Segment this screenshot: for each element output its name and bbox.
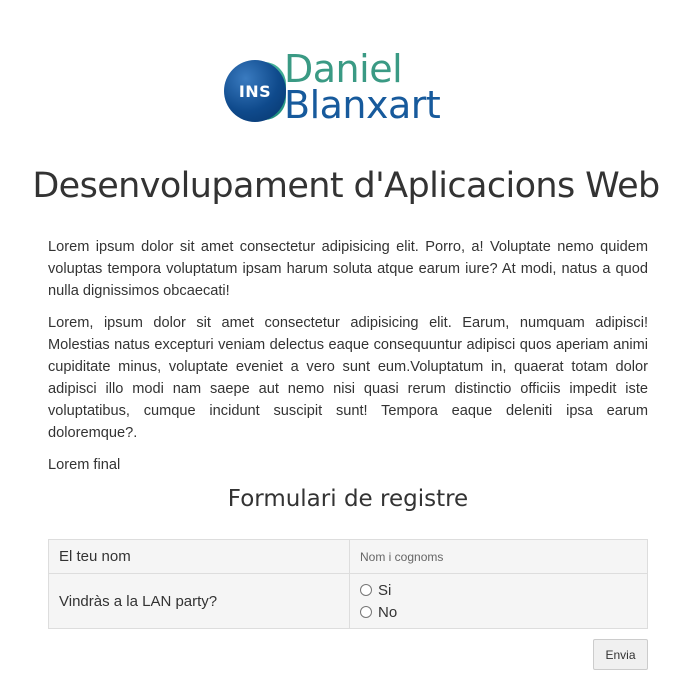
table-row: El teu nom bbox=[48, 539, 648, 574]
name-input[interactable] bbox=[360, 550, 630, 564]
paragraph-1: Lorem ipsum dolor sit amet consectetur a… bbox=[48, 239, 648, 299]
option-si-label: Si bbox=[378, 581, 392, 599]
logo-badge-text: INS bbox=[238, 82, 272, 101]
school-logo: INS Daniel Blanxart bbox=[224, 48, 476, 128]
logo-text-blanxart: Blanxart bbox=[284, 83, 441, 127]
form-title: Formulari de registre bbox=[227, 486, 469, 512]
registration-form-table: El teu nom Vindràs a la LAN party? Si No bbox=[48, 539, 648, 629]
paragraph-final: Lorem final bbox=[48, 457, 121, 473]
submit-button[interactable]: Envia bbox=[593, 639, 648, 670]
option-si[interactable]: Si bbox=[360, 579, 637, 601]
paragraph-2: Lorem, ipsum dolor sit amet consectetur … bbox=[48, 315, 648, 441]
name-cell bbox=[349, 539, 648, 574]
radio-si[interactable] bbox=[360, 584, 372, 596]
lan-party-options: Si No bbox=[349, 573, 648, 629]
option-no-label: No bbox=[378, 603, 398, 621]
radio-no[interactable] bbox=[360, 606, 372, 618]
table-row: Vindràs a la LAN party? Si No bbox=[48, 573, 648, 629]
option-no[interactable]: No bbox=[360, 601, 637, 623]
name-label: El teu nom bbox=[48, 539, 350, 574]
main-content: Lorem ipsum dolor sit amet consectetur a… bbox=[48, 236, 648, 486]
page-title: Desenvolupament d'Aplicacions Web bbox=[32, 166, 660, 206]
lan-party-label: Vindràs a la LAN party? bbox=[48, 573, 350, 629]
